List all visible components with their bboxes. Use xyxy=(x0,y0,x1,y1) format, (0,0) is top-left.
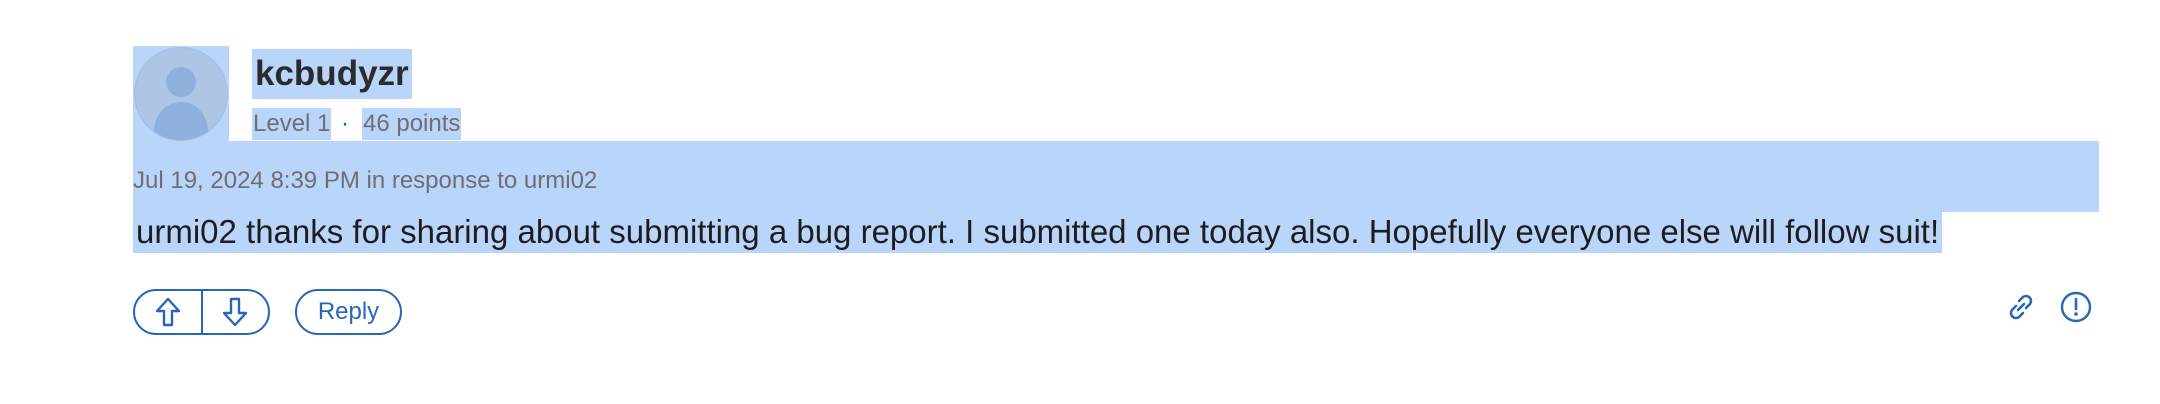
post-meta: Jul 19, 2024 8:39 PM in response to urmi… xyxy=(133,167,598,194)
avatar[interactable] xyxy=(133,46,229,142)
report-button[interactable] xyxy=(2058,289,2094,325)
downvote-button[interactable] xyxy=(200,291,269,333)
arrow-up-icon xyxy=(155,297,180,327)
copy-link-button[interactable] xyxy=(2003,289,2039,325)
stats-separator: · xyxy=(341,110,349,137)
vote-group xyxy=(133,289,270,335)
arrow-down-icon xyxy=(223,297,248,327)
upvote-button[interactable] xyxy=(135,291,201,333)
community-post: kcbudyzr Level 1 · 46 points Jul 19, 202… xyxy=(0,0,2160,404)
avatar-silhouette-icon xyxy=(134,47,228,141)
link-icon xyxy=(2009,294,2033,320)
author-username[interactable]: kcbudyzr xyxy=(252,49,412,99)
post-body: urmi02 thanks for sharing about submitti… xyxy=(133,211,1943,253)
reply-button[interactable]: Reply xyxy=(295,289,402,335)
exclamation-circle-icon xyxy=(2060,291,2092,323)
author-level[interactable]: Level 1 xyxy=(252,108,332,140)
author-points: 46 points xyxy=(362,108,462,140)
